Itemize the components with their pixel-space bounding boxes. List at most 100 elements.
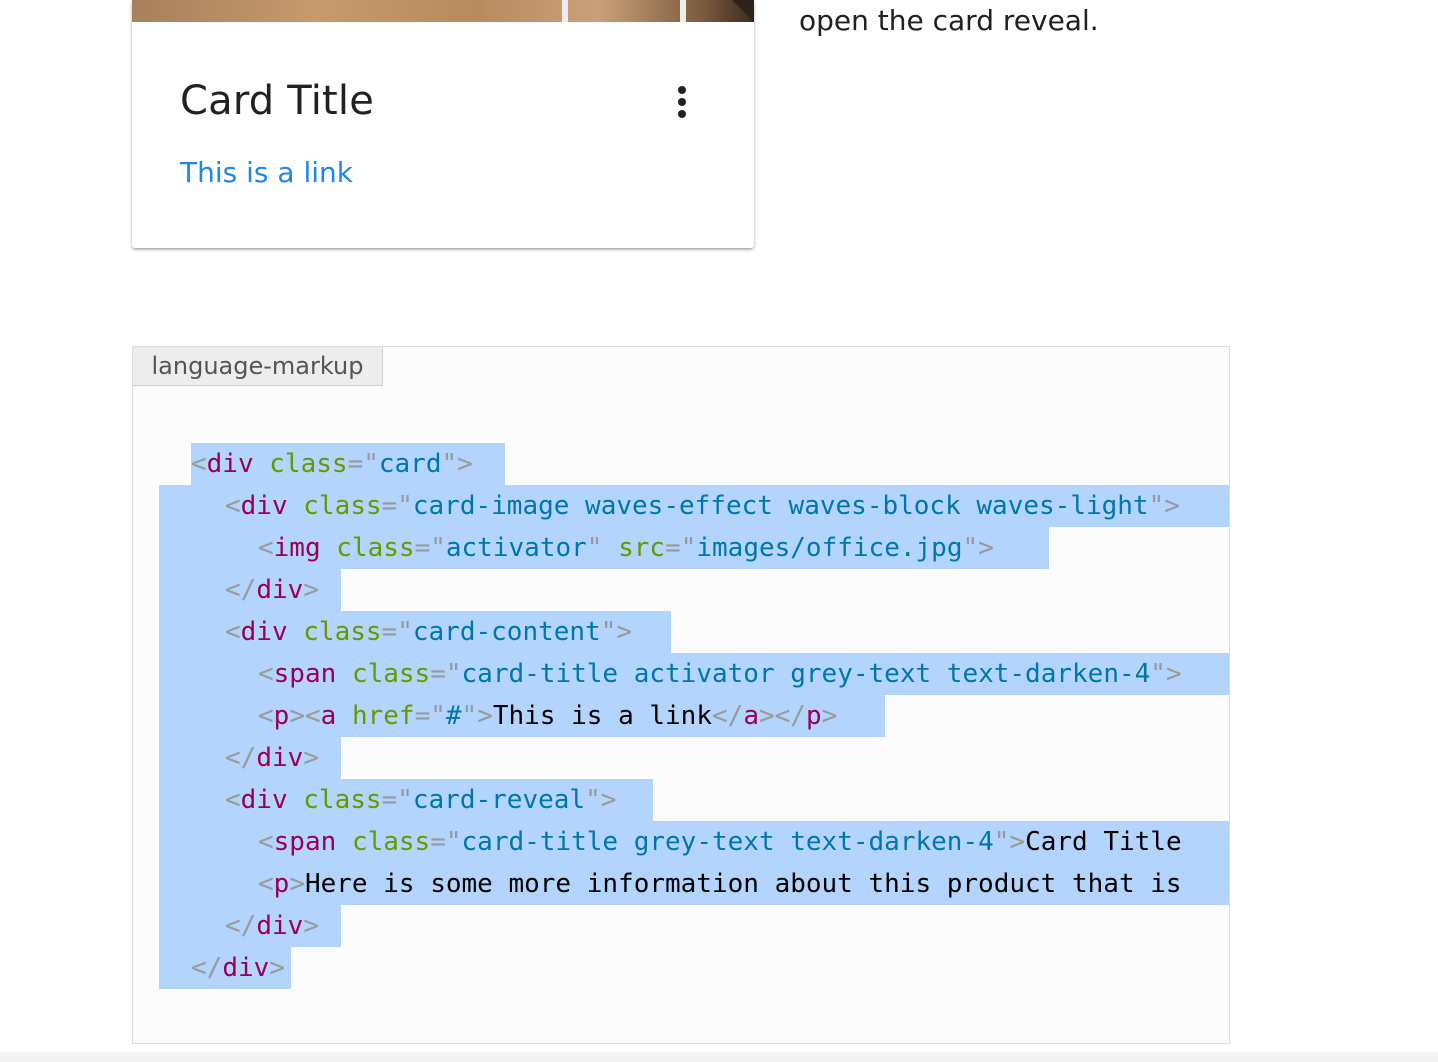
code-token: p [805, 701, 822, 731]
code-token: > [1164, 491, 1180, 521]
code-token: span [273, 827, 337, 857]
code-token: > [1165, 659, 1182, 689]
dot [678, 110, 686, 118]
code-token: > [289, 869, 305, 899]
code-line: <div class="card-image waves-effect wave… [133, 485, 1229, 527]
code-text: <span class="card-title grey-text text-d… [258, 821, 1182, 863]
code-token: div [256, 743, 304, 773]
code-token: " [993, 827, 1010, 857]
code-line: </div> [133, 905, 1229, 947]
code-token: " [441, 449, 458, 479]
code-token: p [273, 869, 290, 899]
code-token: > [303, 575, 319, 605]
code-token: < [191, 449, 207, 479]
code-token: </ [225, 743, 257, 773]
code-token: > [1009, 827, 1026, 857]
code-token: " [585, 785, 601, 815]
code-token: = [414, 533, 431, 563]
code-token: = [430, 659, 446, 689]
code-token: " [445, 827, 462, 857]
code-token: > [821, 701, 838, 731]
code-text: <img class="activator" src="images/offic… [258, 527, 994, 569]
code-token: " [1150, 659, 1166, 689]
shelf-leg-image-detail [562, 0, 568, 22]
code-token: > [758, 701, 775, 731]
code-line: <p>Here is some more information about t… [133, 863, 1229, 905]
code-token: " [430, 701, 446, 731]
image-shadow-detail [732, 0, 754, 22]
more-vert-icon[interactable] [670, 84, 694, 120]
code-block[interactable]: language-markup <div class="card"> <div c… [132, 346, 1230, 1044]
code-token: > [303, 743, 319, 773]
card-title[interactable]: Card Title [180, 78, 374, 124]
code-token: card-content [412, 617, 601, 647]
code-token: class [351, 827, 431, 857]
code-token: " [430, 533, 446, 563]
code-token: < [225, 491, 241, 521]
code-token: a [320, 701, 337, 731]
code-line: <div class="card"> [133, 443, 1229, 485]
code-token: Here is some more information about this… [304, 869, 1182, 899]
code-line: <span class="card-title activator grey-t… [133, 653, 1229, 695]
code-token: > [303, 911, 319, 941]
code-token: # [445, 701, 462, 731]
code-text: </div> [225, 737, 319, 779]
code-token: </ [225, 575, 257, 605]
code-token: = [381, 785, 398, 815]
code-token: < [304, 701, 321, 731]
code-text: </div> [225, 905, 319, 947]
code-token: " [445, 659, 462, 689]
code-token: " [397, 491, 413, 521]
code-token: img [273, 533, 321, 563]
code-token: </ [712, 701, 744, 731]
code-token: > [616, 617, 633, 647]
code-token: > [457, 449, 473, 479]
code-token: = [381, 617, 398, 647]
code-token: </ [191, 953, 223, 983]
card-link[interactable]: This is a link [180, 156, 353, 189]
code-token: = [430, 827, 446, 857]
code-token: span [273, 659, 337, 689]
code-content[interactable]: <div class="card"> <div class="card-image… [133, 443, 1229, 989]
code-line: <span class="card-title grey-text text-d… [133, 821, 1229, 863]
code-text: <span class="card-title activator grey-t… [258, 653, 1182, 695]
footer-strip [0, 1052, 1438, 1062]
code-line: </div> [133, 947, 1229, 989]
code-token: " [962, 533, 979, 563]
code-token: < [258, 533, 274, 563]
code-token: " [600, 617, 617, 647]
code-token: > [600, 785, 617, 815]
code-token: images/office.jpg [696, 533, 963, 563]
code-token: div [240, 491, 288, 521]
code-line: </div> [133, 737, 1229, 779]
code-text: </div> [225, 569, 319, 611]
code-text: <p><a href="#">This is a link</a></p> [258, 695, 837, 737]
code-token: div [222, 953, 270, 983]
code-token: src [618, 533, 666, 563]
code-token: = [414, 701, 431, 731]
code-token: > [269, 953, 285, 983]
code-text: <p>Here is some more information about t… [258, 863, 1182, 905]
code-token: Card Title [1025, 827, 1182, 857]
card-image[interactable] [132, 0, 754, 22]
code-token: " [397, 617, 413, 647]
page: Card Title This is a link open the card … [0, 0, 1438, 1062]
code-token: < [258, 827, 274, 857]
code-token: " [397, 785, 413, 815]
code-line: </div> [133, 569, 1229, 611]
code-token: card [378, 449, 442, 479]
code-token: > [477, 701, 493, 731]
code-token: class [336, 533, 415, 563]
code-token: < [225, 785, 241, 815]
code-token: </ [774, 701, 806, 731]
code-token: < [258, 701, 274, 731]
code-line: <div class="card-content"> [133, 611, 1229, 653]
